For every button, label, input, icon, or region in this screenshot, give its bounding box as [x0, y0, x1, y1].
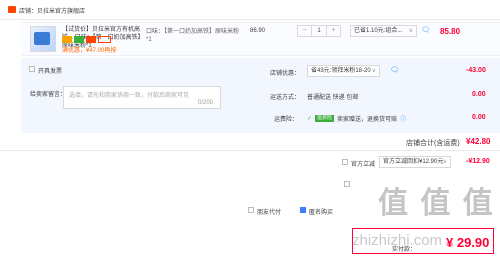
shipping-value: 0.00 — [472, 91, 486, 98]
insurance-value: 0.00 — [472, 114, 486, 121]
insurance-label: 运费险： — [274, 117, 299, 123]
invoice-label[interactable]: 开具发票 — [38, 66, 62, 75]
anonymous-checkbox[interactable] — [300, 207, 306, 213]
badge-icon — [98, 36, 111, 43]
store-promo-select[interactable]: 省43元:领拜米粉18-20 ∨ — [307, 65, 380, 77]
discount-select[interactable]: 已省1.10元:组合... ∨ — [350, 25, 417, 37]
chevron-down-icon: ∨ — [442, 159, 447, 165]
product-badges — [62, 36, 111, 43]
insurance-tag: 运费险 — [315, 115, 335, 122]
store-promo-select-value: 省43元:领拜米粉18-20 — [311, 68, 371, 74]
store-promo-label: 店铺优惠： — [270, 71, 301, 77]
divider — [0, 150, 500, 151]
promo-text: 满优惠，¥47.00再按 — [62, 48, 117, 54]
chevron-down-icon: ∨ — [408, 28, 413, 34]
chat-icon[interactable]: 🗨 — [390, 66, 399, 74]
final-payment-value: ¥ 29.90 — [446, 235, 490, 250]
invoice-checkbox[interactable] — [29, 66, 35, 72]
unit-price: 86.90 — [250, 28, 266, 34]
friend-pay-checkbox[interactable] — [248, 207, 254, 213]
official-discount-checkbox[interactable] — [342, 159, 348, 165]
increase-button[interactable]: + — [327, 26, 340, 36]
badge-icon — [86, 36, 96, 43]
friend-pay-label[interactable]: 朋友代付 — [257, 207, 281, 216]
insurance-text: 卖家赠送，退换货可赔 — [337, 117, 398, 123]
shipping-method: 普通配送 快递 包邮 — [307, 95, 359, 101]
sku-text: 口味：【第一口奶加高铁】原味米粉*1 — [146, 29, 240, 43]
store-total-label: 店铺合计(含运费) — [406, 140, 460, 147]
store-promo-value: -43.00 — [466, 67, 486, 74]
store-total-value: ¥42.80 — [466, 137, 491, 146]
official-select-value: 官方立减回扣¥12.90元 — [383, 159, 444, 165]
product-image-icon — [34, 32, 50, 45]
message-placeholder: 选填，请先和商家协商一致，付款后商家可见 — [69, 93, 190, 99]
quantity-stepper[interactable]: − 1 + — [297, 25, 341, 37]
anonymous-label[interactable]: 匿名购买 — [309, 207, 333, 216]
official-discount-value: -¥12.90 — [466, 158, 490, 165]
badge-icon — [62, 36, 72, 43]
shop-name[interactable]: 店铺：贝拉米官方旗舰店 — [19, 6, 85, 15]
message-char-count: 0/200 — [198, 100, 214, 106]
watermark-logo: 值 值 值 — [378, 187, 495, 220]
payment-option-checkbox[interactable] — [344, 181, 350, 187]
badge-icon — [74, 36, 84, 43]
help-icon[interactable]: ⓘ — [400, 114, 406, 123]
item-total: 85.80 — [440, 27, 461, 36]
chevron-down-icon: ∨ — [371, 68, 376, 74]
decrease-button[interactable]: − — [298, 26, 311, 36]
insurance-info: ✓ 运费险 卖家赠送，退换货可赔 ⓘ — [307, 114, 406, 123]
shipping-label: 运送方式： — [270, 95, 301, 101]
shop-icon — [8, 6, 16, 13]
chat-icon[interactable]: 🗨 — [421, 26, 430, 34]
message-label: 给卖家留言： — [30, 92, 67, 98]
quantity-value[interactable]: 1 — [311, 26, 327, 36]
discount-select-value: 已省1.10元:组合... — [354, 28, 403, 34]
official-discount-select[interactable]: 官方立减回扣¥12.90元 ∨ — [379, 156, 451, 168]
check-icon: ✓ — [307, 116, 313, 122]
final-payment-label: 实付款： — [392, 247, 417, 253]
official-discount-label[interactable]: 官方立减 — [351, 159, 375, 168]
